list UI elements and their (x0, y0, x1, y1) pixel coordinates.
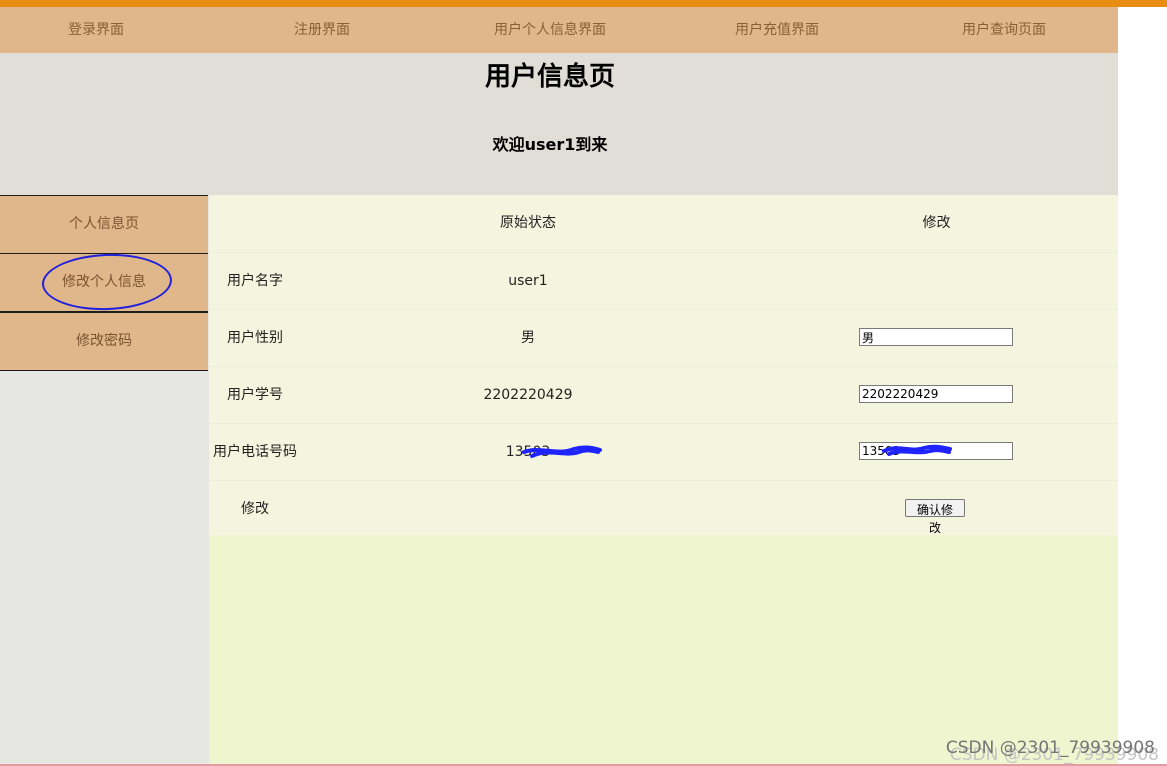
nav-query[interactable]: 用户查询页面 (908, 7, 1100, 53)
gender-label: 用户性别 (227, 330, 283, 346)
table-row-student-id: 用户学号 2202220429 (209, 366, 1118, 423)
phone-label: 用户电话号码 (213, 444, 297, 460)
action-label: 修改 (241, 501, 269, 517)
student-id-label: 用户学号 (227, 387, 283, 403)
table-row-phone: 用户电话号码 13503 (209, 423, 1118, 480)
top-accent-bar (0, 0, 1167, 7)
original-status-header: 原始状态 (500, 215, 556, 231)
nav-user-profile[interactable]: 用户个人信息界面 (454, 7, 646, 53)
phone-input[interactable] (859, 442, 1013, 460)
nav-recharge[interactable]: 用户充值界面 (681, 7, 873, 53)
gender-value: 男 (521, 330, 535, 346)
welcome-message: 欢迎user1到来 (492, 135, 608, 154)
table-header-row: 原始状态 修改 (209, 195, 1118, 251)
profile-table: 原始状态 修改 用户名字 user1 用户性别 男 用户学号 220222042… (209, 195, 1118, 535)
profile-header: 用户信息页 欢迎user1到来 (0, 53, 1118, 195)
table-row-username: 用户名字 user1 (209, 252, 1118, 309)
phone-value: 13503 (505, 444, 551, 460)
student-id-value: 2202220429 (483, 387, 573, 403)
main-content: 原始状态 修改 用户名字 user1 用户性别 男 用户学号 220222042… (209, 195, 1118, 766)
username-label: 用户名字 (227, 273, 283, 289)
watermark: CSDN @2301_79939908 (945, 738, 1155, 758)
nav-register[interactable]: 注册界面 (226, 7, 418, 53)
table-row-gender: 用户性别 男 (209, 309, 1118, 366)
sidebar-item-profile[interactable]: 个人信息页 (0, 195, 208, 254)
confirm-edit-button[interactable]: 确认修改 (905, 499, 965, 535)
gender-input[interactable] (859, 328, 1013, 346)
edit-header: 修改 (922, 215, 951, 231)
page-title: 用户信息页 (484, 62, 615, 92)
username-value: user1 (508, 273, 548, 289)
student-id-input[interactable] (859, 385, 1013, 403)
sidebar-item-edit-profile[interactable]: 修改个人信息 (0, 253, 208, 312)
nav-login[interactable]: 登录界面 (0, 7, 192, 53)
table-row-action: 修改 确认修改 (209, 480, 1118, 537)
top-navigation: 登录界面 注册界面 用户个人信息界面 用户充值界面 用户查询页面 (0, 7, 1118, 53)
sidebar: 个人信息页 修改个人信息 修改密码 (0, 195, 209, 766)
sidebar-item-change-password[interactable]: 修改密码 (0, 312, 208, 371)
